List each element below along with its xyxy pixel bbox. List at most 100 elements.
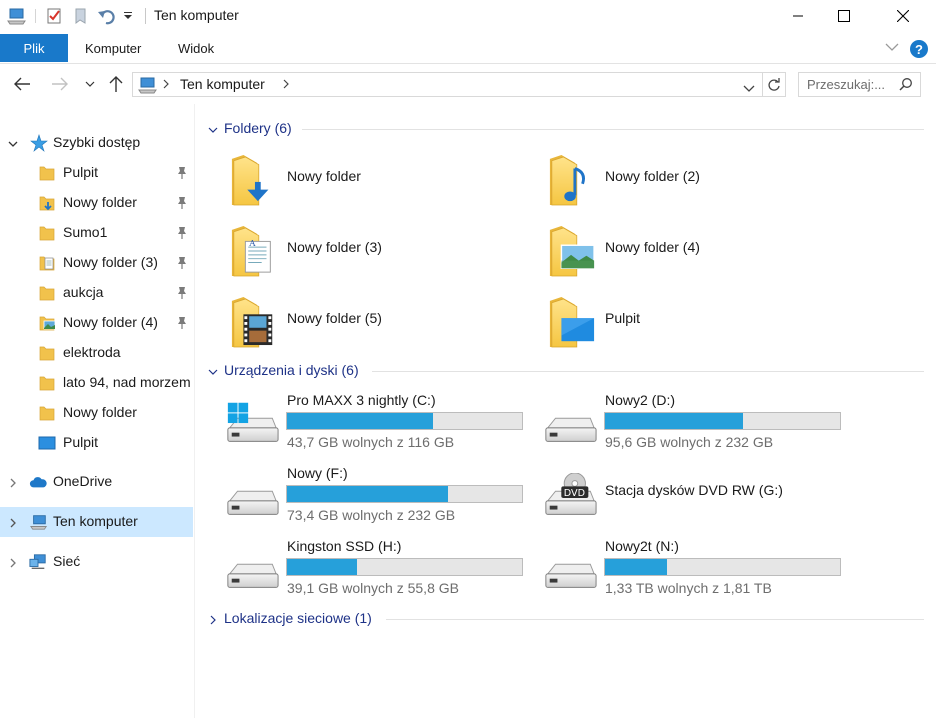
search-box[interactable]: Przeszukaj:... bbox=[798, 72, 921, 97]
back-button[interactable] bbox=[10, 74, 34, 94]
drive-usage-bar bbox=[286, 412, 523, 430]
customize-toolbar-icon[interactable] bbox=[121, 6, 135, 26]
help-button[interactable]: ? bbox=[910, 40, 928, 58]
dvd-label: DVD bbox=[564, 488, 585, 499]
tab-view[interactable]: Widok bbox=[178, 34, 214, 62]
sidebar-item-label: Pulpit bbox=[63, 434, 99, 450]
maximize-button[interactable] bbox=[821, 0, 867, 32]
sidebar-item-quick[interactable]: Pulpit bbox=[0, 428, 193, 458]
drive-free-space: 73,4 GB wolnych z 232 GB bbox=[287, 507, 456, 523]
chevron-right-icon[interactable] bbox=[7, 476, 19, 488]
chevron-right-icon[interactable] bbox=[7, 556, 19, 568]
undo-icon[interactable] bbox=[96, 6, 118, 26]
properties-icon[interactable] bbox=[44, 6, 64, 26]
sidebar-item-label: Nowy folder (3) bbox=[63, 254, 158, 270]
drive-item[interactable]: Pro MAXX 3 nightly (C:) 43,7 GB wolnych z… bbox=[196, 392, 523, 452]
minimize-button[interactable] bbox=[775, 0, 821, 32]
documents-folder-icon: A bbox=[230, 223, 278, 279]
drive-item[interactable]: DVD Stacja dysków DVD RW (G:) bbox=[514, 465, 824, 525]
chevron-down-icon[interactable] bbox=[207, 123, 219, 135]
sidebar-item-this-pc[interactable]: Ten komputer bbox=[0, 507, 193, 537]
drive-item[interactable]: Kingston SSD (H:) 39,1 GB wolnych z 55,8 … bbox=[196, 538, 523, 598]
pin-icon[interactable] bbox=[176, 316, 188, 330]
drive-name: Nowy2t (N:) bbox=[605, 538, 679, 554]
pin-icon[interactable] bbox=[176, 256, 188, 270]
pin-icon[interactable] bbox=[176, 196, 188, 210]
sidebar-item-quick[interactable]: Nowy folder (3) bbox=[0, 248, 193, 278]
chevron-right-icon[interactable] bbox=[163, 79, 169, 92]
window-title: Ten komputer bbox=[154, 7, 239, 23]
refresh-button[interactable] bbox=[763, 72, 786, 97]
folder-item[interactable]: Nowy folder (4) bbox=[514, 223, 814, 283]
drive-usage-bar bbox=[604, 412, 841, 430]
sidebar-item-quick[interactable]: Pulpit bbox=[0, 158, 193, 188]
chevron-down-icon[interactable] bbox=[207, 365, 219, 377]
search-icon[interactable] bbox=[899, 77, 913, 94]
folder-label: Nowy folder bbox=[287, 168, 361, 184]
folder-icon bbox=[38, 344, 56, 362]
expand-ribbon-icon[interactable] bbox=[884, 40, 904, 56]
documents-folder-icon bbox=[38, 254, 56, 272]
chevron-right-icon[interactable] bbox=[7, 516, 19, 528]
chevron-down-icon[interactable] bbox=[7, 137, 19, 149]
address-bar[interactable]: Ten komputer bbox=[132, 72, 763, 97]
sidebar-item-quick[interactable]: aukcja bbox=[0, 278, 193, 308]
folder-label: Nowy folder (4) bbox=[605, 239, 700, 255]
tab-computer[interactable]: Komputer bbox=[85, 34, 141, 62]
folder-label: Pulpit bbox=[605, 310, 641, 326]
folder-item[interactable]: Nowy folder bbox=[196, 152, 496, 212]
group-header-network-locations[interactable]: Lokalizacje sieciowe (1) bbox=[196, 608, 924, 630]
folder-item[interactable]: A Nowy folder (3) bbox=[196, 223, 496, 283]
sidebar-item-quick[interactable]: elektroda bbox=[0, 338, 193, 368]
folder-icon bbox=[38, 284, 56, 302]
computer-icon[interactable] bbox=[6, 6, 28, 26]
chevron-right-icon[interactable] bbox=[207, 613, 219, 625]
drive-name: Nowy2 (D:) bbox=[605, 392, 676, 408]
drive-item[interactable]: Nowy2t (N:) 1,33 TB wolnych z 1,81 TB bbox=[514, 538, 841, 598]
sidebar-item-quick[interactable]: lato 94, nad morzem bbox=[0, 368, 193, 398]
close-button[interactable] bbox=[880, 0, 926, 32]
tab-file[interactable]: Plik bbox=[0, 34, 68, 62]
group-divider bbox=[386, 619, 924, 620]
search-placeholder[interactable]: Przeszukaj:... bbox=[807, 77, 885, 92]
sidebar-item-network[interactable]: Sieć bbox=[0, 547, 193, 577]
drive-usage-fill bbox=[605, 413, 744, 429]
address-path[interactable]: Ten komputer bbox=[180, 76, 265, 92]
pin-icon[interactable] bbox=[176, 166, 188, 180]
forward-button[interactable] bbox=[48, 74, 72, 94]
hard-drive-icon bbox=[224, 546, 280, 594]
drive-item[interactable]: Nowy (F:) 73,4 GB wolnych z 232 GB bbox=[196, 465, 523, 525]
group-header-folders[interactable]: Foldery (6) bbox=[196, 118, 924, 140]
pin-icon[interactable] bbox=[176, 226, 188, 240]
drive-free-space: 39,1 GB wolnych z 55,8 GB bbox=[287, 580, 459, 596]
folder-item[interactable]: Pulpit bbox=[514, 294, 814, 354]
up-button[interactable] bbox=[105, 74, 127, 94]
drive-usage-bar bbox=[286, 485, 523, 503]
address-dropdown-icon[interactable] bbox=[743, 80, 755, 96]
sidebar-item-quick[interactable]: Sumo1 bbox=[0, 218, 193, 248]
recent-locations-button[interactable] bbox=[82, 74, 98, 94]
pin-icon[interactable] bbox=[176, 286, 188, 300]
network-icon bbox=[29, 553, 47, 571]
group-header-devices[interactable]: Urządzenia i dyski (6) bbox=[196, 360, 924, 382]
sidebar-item-quick-access[interactable]: Szybki dostęp bbox=[0, 128, 193, 158]
folder-icon bbox=[38, 164, 56, 182]
drive-name: Kingston SSD (H:) bbox=[287, 538, 402, 554]
sidebar-item-onedrive[interactable]: OneDrive bbox=[0, 467, 193, 497]
videos-folder-icon bbox=[230, 294, 278, 350]
hard-drive-icon bbox=[542, 400, 598, 448]
new-folder-icon[interactable] bbox=[70, 6, 90, 26]
star-icon bbox=[30, 134, 48, 152]
this-pc-icon bbox=[30, 513, 48, 531]
drive-item[interactable]: Nowy2 (D:) 95,6 GB wolnych z 232 GB bbox=[514, 392, 841, 452]
folder-item[interactable]: Nowy folder (5) bbox=[196, 294, 496, 354]
chevron-right-icon[interactable] bbox=[283, 79, 289, 92]
sidebar-item-quick[interactable]: Nowy folder (4) bbox=[0, 308, 193, 338]
drive-usage-fill bbox=[287, 413, 434, 429]
sidebar-item-quick[interactable]: Nowy folder bbox=[0, 188, 193, 218]
sidebar-item-label: Sumo1 bbox=[63, 224, 108, 240]
folder-item[interactable]: Nowy folder (2) bbox=[514, 152, 814, 212]
sidebar-item-quick[interactable]: Nowy folder bbox=[0, 398, 193, 428]
svg-text:A: A bbox=[248, 239, 256, 249]
dvd-drive-icon: DVD bbox=[542, 472, 598, 521]
